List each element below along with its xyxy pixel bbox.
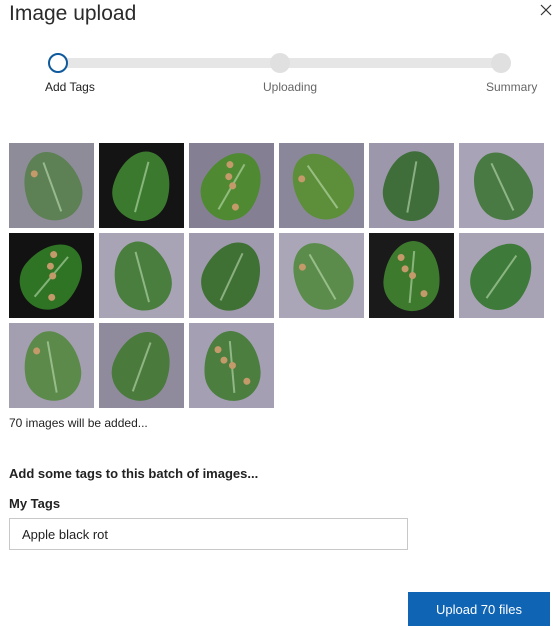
leaf-vein (485, 254, 517, 298)
leaf-vein (306, 164, 338, 208)
leaf-vein (133, 160, 149, 212)
image-thumbnail[interactable] (279, 233, 364, 318)
leaf-vein (41, 161, 62, 211)
leaf-image (200, 328, 263, 403)
dialog-title: Image upload (9, 2, 137, 25)
tags-input[interactable] (9, 518, 408, 550)
step-label-summary: Summary (486, 80, 538, 94)
leaf-image (103, 323, 180, 408)
leaf-spot (228, 361, 236, 369)
step-indicator-summary (491, 53, 511, 73)
leaf-vein (489, 162, 514, 211)
image-thumbnail[interactable] (459, 233, 544, 318)
leaf-spot (46, 291, 57, 302)
image-thumbnail[interactable] (9, 143, 94, 228)
leaf-vein (134, 250, 150, 302)
leaf-image (279, 143, 364, 228)
close-icon[interactable] (538, 2, 553, 22)
image-thumbnail[interactable] (369, 233, 454, 318)
tags-heading: Add some tags to this batch of images... (9, 466, 259, 481)
leaf-image (191, 233, 272, 318)
leaf-image (377, 146, 446, 225)
leaf-spot (213, 345, 222, 353)
leaf-image (459, 233, 544, 318)
leaf-spot (400, 264, 409, 273)
step-label-add-tags: Add Tags (45, 80, 95, 94)
leaf-image (105, 144, 178, 227)
image-thumbnail[interactable] (189, 233, 274, 318)
image-thumbnail[interactable] (459, 143, 544, 228)
leaf-spot (396, 253, 405, 261)
leaf-image (189, 143, 274, 228)
leaf-spot (29, 168, 39, 178)
image-thumbnail[interactable] (99, 323, 184, 408)
step-indicator-uploading (270, 53, 290, 73)
my-tags-label: My Tags (9, 496, 61, 511)
leaf-image (380, 238, 443, 313)
leaf-spot (296, 173, 307, 184)
leaf-vein (46, 340, 58, 392)
leaf-image (17, 326, 86, 405)
image-thumbnail[interactable] (189, 143, 274, 228)
leaf-vein (131, 341, 152, 391)
leaf-spot (223, 171, 234, 181)
image-thumbnail[interactable] (9, 323, 94, 408)
image-thumbnail[interactable] (279, 143, 364, 228)
leaf-vein (219, 252, 244, 301)
leaf-spot (45, 260, 55, 271)
leaf-image (279, 233, 364, 318)
leaf-spot (224, 159, 235, 169)
leaf-spot (419, 289, 428, 297)
leaf-vein (308, 253, 336, 300)
leaf-spot (32, 346, 41, 355)
upload-button[interactable]: Upload 70 files (408, 592, 550, 626)
step-indicator-add-tags (48, 53, 68, 73)
leaf-spot (230, 201, 240, 212)
image-thumbnail[interactable] (369, 143, 454, 228)
leaf-image (13, 143, 90, 228)
image-thumbnail[interactable] (99, 233, 184, 318)
leaf-image (9, 233, 94, 318)
leaf-spot (219, 355, 228, 364)
leaf-spot (48, 249, 59, 259)
leaf-image (461, 143, 542, 228)
image-thumbnail[interactable] (9, 233, 94, 318)
images-count-note: 70 images will be added... (9, 416, 148, 430)
leaf-spot (242, 376, 251, 385)
leaf-spot (408, 271, 416, 279)
step-label-uploading: Uploading (263, 80, 318, 94)
image-thumbnail[interactable] (99, 143, 184, 228)
leaf-spot (297, 261, 307, 272)
image-thumbnail[interactable] (189, 323, 274, 408)
leaf-vein (405, 160, 417, 212)
progress-stepper: Add Tags Uploading Summary (0, 50, 553, 100)
leaf-image (105, 234, 178, 317)
